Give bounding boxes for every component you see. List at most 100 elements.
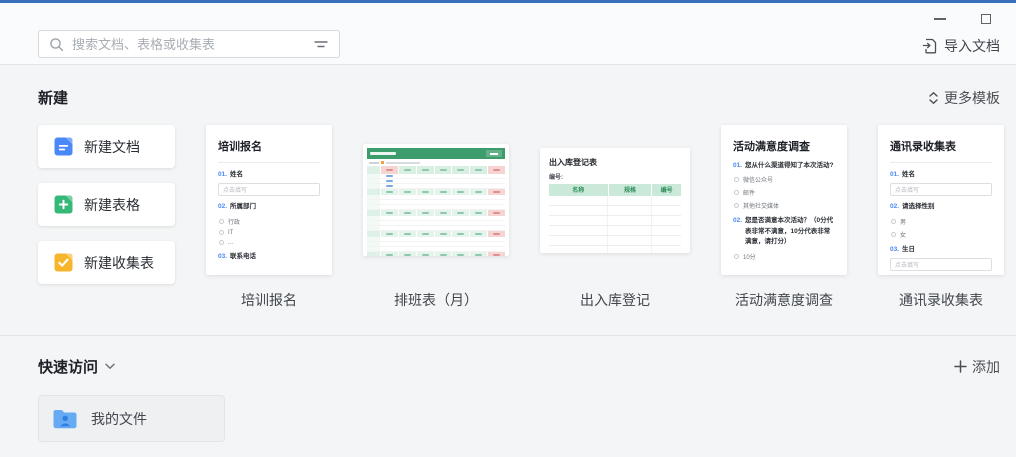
sheet-cell [417,252,434,256]
sheet-cell [435,216,452,220]
sheet-cell [488,242,505,246]
sheet-cell [470,184,487,188]
radio-option: 10分 [734,252,835,261]
field-label-row: 03.生日 [890,245,992,255]
template-item[interactable]: 出入库登记表编号:名称规格编号出入库登记 [540,125,690,310]
import-document-button[interactable]: 导入文档 [922,36,1000,56]
import-label: 导入文档 [944,36,1000,56]
sheet-cell [435,205,452,209]
table-cell [652,196,681,205]
sheet-cell [452,205,469,209]
sheet-cell [435,184,452,188]
field-number: 01. [733,161,745,171]
maximize-button[interactable] [978,11,994,27]
field-label: 所属部门 [230,202,320,212]
cell-content-bar [440,169,447,171]
sheet-cell [399,221,416,225]
window-controls [932,11,994,27]
table-cell [608,226,652,235]
sheet-cell [435,242,452,246]
radio-option-label: 10分 [743,252,756,261]
table-cell [652,206,681,215]
table-header-cell: 名称 [549,184,608,196]
my-files-item[interactable]: 我的文件 [38,395,225,442]
sheet-cell [417,174,434,178]
template-fields: 01.您从什么渠道得知了本次活动?微信公众号邮件其他社交媒体02.您是否满意本次… [733,161,835,261]
sheet-label-cell [367,247,380,251]
table-header-row: 名称规格编号 [549,184,681,196]
sheet-cell [470,226,487,230]
cell-content-bar [386,254,393,256]
table-cell [608,246,652,253]
template-card-area: 培训报名01.姓名点击填写02.所属部门行政IT...03.联系电话 [206,125,332,275]
cell-content-bar [404,191,411,193]
sheet-cell [488,237,505,241]
search-box[interactable] [38,30,340,58]
template-card-title: 培训报名 [218,138,320,154]
table-empty-row [549,226,681,236]
field-label: 联系电话 [230,252,320,262]
new-section-title: 新建 [38,87,68,108]
cell-content-bar [457,233,464,235]
divider [890,162,992,163]
radio-option-label: IT [228,230,233,236]
sheet-cell [435,252,452,256]
plus-icon [954,360,967,373]
cell-content-bar [475,169,482,171]
template-item[interactable]: 活动满意度调查01.您从什么渠道得知了本次活动?微信公众号邮件其他社交媒体02.… [721,125,847,310]
field-input: 点击填写 [218,183,320,196]
cell-content-bar [493,169,500,171]
template-card-title: 出入库登记表 [549,157,681,168]
radio-icon [734,190,739,195]
new-section: 新建 更多模板 新建文档 新建表格 [0,65,1016,310]
search-input[interactable] [72,37,305,52]
cell-content-bar [493,254,500,256]
field-label: 请选择性别 [902,202,992,212]
radio-option: ... [219,240,320,246]
radio-option: 男 [891,217,992,226]
radio-icon [734,254,739,259]
template-item[interactable]: 通讯录收集表01.姓名点击填写02.请选择性别男女03.生日点击填写通讯录收集表 [878,125,1004,310]
add-label: 添加 [972,357,1000,377]
table-cell [652,226,681,235]
sheet-cell [452,242,469,246]
new-document-button[interactable]: 新建文档 [38,125,175,168]
field-label: 您从什么渠道得知了本次活动? [745,161,835,171]
template-caption: 出入库登记 [540,290,690,310]
sheet-cell [488,252,505,256]
sheet-cell [488,179,505,183]
table-cell [608,236,652,245]
more-templates-button[interactable]: 更多模板 [928,88,1000,108]
table-empty-row [549,196,681,206]
new-form-button[interactable]: 新建收集表 [38,241,175,284]
template-fields: 01.姓名点击填写02.所属部门行政IT...03.联系电话 [218,170,320,262]
cell-content-bar [386,233,393,235]
sheet-subheader [367,159,505,166]
radio-option-label: 女 [900,230,906,239]
sheet-cell [452,166,469,174]
radio-option-label: 男 [900,217,906,226]
sheet-cell [470,205,487,209]
sheet-cell [381,174,398,178]
field-number: 02. [218,202,230,212]
sheet-cell [452,221,469,225]
sheet-label-cell [367,166,380,174]
sheet-row [367,166,505,174]
field-label-row: 02.所属部门 [218,202,320,212]
quick-access-toggle[interactable]: 快速访问 [38,356,115,377]
sheet-cell [470,174,487,178]
new-sheet-icon [54,195,73,214]
sheet-cell [399,247,416,251]
sheet-cell [381,166,398,174]
template-item[interactable]: 培训报名01.姓名点击填写02.所属部门行政IT...03.联系电话培训报名 [206,125,332,310]
up-down-chevrons-icon [928,91,939,105]
add-button[interactable]: 添加 [954,357,1000,377]
filter-icon[interactable] [313,38,329,50]
cell-content-bar [386,169,393,171]
titlebar-right-block [486,150,502,157]
new-sheet-button[interactable]: 新建表格 [38,183,175,226]
template-item[interactable]: 排班表（月） [363,125,509,310]
template-caption: 通讯录收集表 [878,290,1004,310]
chevron-down-icon [105,363,115,370]
minimize-button[interactable] [932,11,948,27]
